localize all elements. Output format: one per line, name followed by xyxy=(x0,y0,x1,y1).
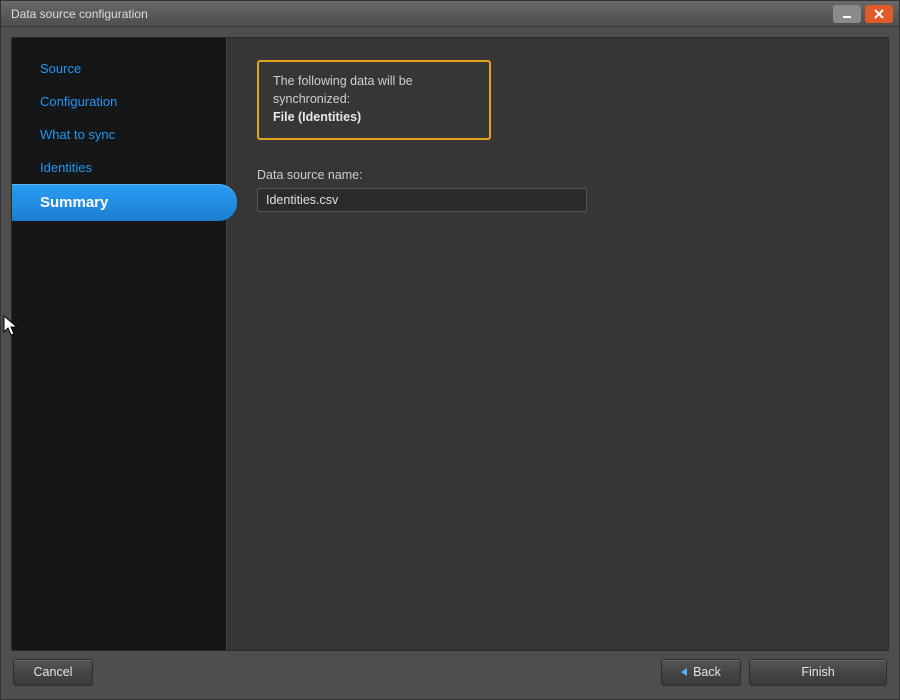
close-button[interactable] xyxy=(865,5,893,23)
wizard-sidebar: Source Configuration What to sync Identi… xyxy=(12,38,227,650)
sidebar-item-label: What to sync xyxy=(40,127,115,142)
chevron-left-icon xyxy=(681,668,687,676)
summary-intro-text: The following data will be synchronized: xyxy=(273,72,475,108)
sidebar-item-summary[interactable]: Summary xyxy=(12,184,237,221)
sidebar-item-identities[interactable]: Identities xyxy=(12,151,226,184)
summary-highlight-box: The following data will be synchronized:… xyxy=(257,60,491,140)
detail-pane: The following data will be synchronized:… xyxy=(227,38,888,650)
sidebar-item-label: Summary xyxy=(40,194,108,211)
titlebar: Data source configuration xyxy=(1,1,899,27)
minimize-icon xyxy=(842,9,852,19)
window-title: Data source configuration xyxy=(11,7,833,21)
sidebar-item-label: Identities xyxy=(40,160,92,175)
content-wrap: Source Configuration What to sync Identi… xyxy=(1,27,899,699)
datasource-name-field: Data source name: xyxy=(257,168,858,212)
sidebar-item-label: Source xyxy=(40,61,81,76)
minimize-button[interactable] xyxy=(833,5,861,23)
datasource-name-label: Data source name: xyxy=(257,168,858,182)
sidebar-item-what-to-sync[interactable]: What to sync xyxy=(12,118,226,151)
datasource-name-input[interactable] xyxy=(257,188,587,212)
finish-button[interactable]: Finish xyxy=(749,659,887,686)
cancel-button-label: Cancel xyxy=(34,665,73,679)
main-panel: Source Configuration What to sync Identi… xyxy=(11,37,889,651)
window-controls xyxy=(833,5,893,23)
sidebar-item-configuration[interactable]: Configuration xyxy=(12,85,226,118)
cancel-button[interactable]: Cancel xyxy=(13,659,93,686)
back-button[interactable]: Back xyxy=(661,659,741,686)
wizard-footer: Cancel Back Finish xyxy=(11,651,889,693)
sidebar-item-label: Configuration xyxy=(40,94,117,109)
sidebar-item-source[interactable]: Source xyxy=(12,52,226,85)
finish-button-label: Finish xyxy=(801,665,834,679)
back-button-label: Back xyxy=(693,665,721,679)
dialog-window: Data source configuration Source Configu… xyxy=(0,0,900,700)
summary-value-text: File (Identities) xyxy=(273,108,475,126)
close-icon xyxy=(874,9,884,19)
